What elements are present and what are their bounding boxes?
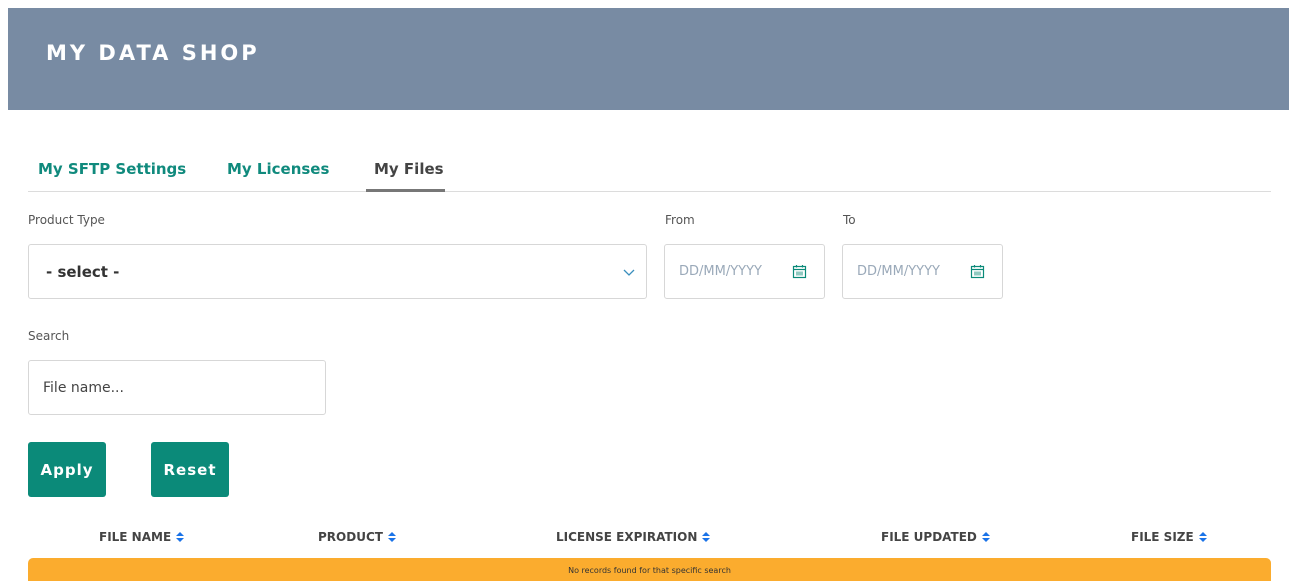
column-header-label: FILE SIZE	[1131, 530, 1194, 544]
product-type-label: Product Type	[28, 213, 105, 227]
active-tab-indicator	[366, 189, 445, 192]
product-type-value: - select -	[46, 263, 120, 281]
from-date-placeholder: DD/MM/YYYY	[679, 264, 762, 279]
column-header-label: LICENSE EXPIRATION	[556, 530, 698, 544]
sort-icon	[702, 532, 711, 542]
column-header-label: PRODUCT	[318, 530, 383, 544]
reset-button[interactable]: Reset	[151, 442, 229, 497]
app-title: MY DATA SHOP	[46, 41, 260, 65]
product-type-select[interactable]: - select -	[28, 244, 647, 299]
empty-results-message: No records found for that specific searc…	[568, 566, 731, 575]
search-input[interactable]: File name...	[28, 360, 326, 415]
from-label: From	[665, 213, 695, 227]
sort-icon	[176, 532, 185, 542]
tab-licenses[interactable]: My Licenses	[227, 160, 329, 178]
apply-button[interactable]: Apply	[28, 442, 106, 497]
empty-results-banner: No records found for that specific searc…	[28, 558, 1271, 581]
tab-sftp-settings[interactable]: My SFTP Settings	[38, 160, 186, 178]
sort-icon	[387, 532, 396, 542]
from-date-input[interactable]: DD/MM/YYYY	[664, 244, 825, 299]
column-header-file-size[interactable]: FILE SIZE	[1131, 530, 1207, 544]
chevron-down-icon	[623, 269, 635, 276]
column-header-label: FILE UPDATED	[881, 530, 977, 544]
to-label: To	[843, 213, 856, 227]
column-header-label: FILE NAME	[99, 530, 172, 544]
tab-bar: My SFTP Settings My Licenses My Files	[28, 150, 1271, 192]
to-date-placeholder: DD/MM/YYYY	[857, 264, 940, 279]
calendar-icon[interactable]	[970, 264, 985, 279]
tab-files[interactable]: My Files	[374, 160, 444, 178]
search-label: Search	[28, 329, 70, 343]
sort-icon	[981, 532, 990, 542]
app-header: MY DATA SHOP	[8, 8, 1289, 110]
to-date-input[interactable]: DD/MM/YYYY	[842, 244, 1003, 299]
column-header-file-name[interactable]: FILE NAME	[99, 530, 185, 544]
calendar-icon[interactable]	[792, 264, 807, 279]
column-header-license-expiration[interactable]: LICENSE EXPIRATION	[556, 530, 711, 544]
column-header-file-updated[interactable]: FILE UPDATED	[881, 530, 990, 544]
sort-icon	[1198, 532, 1207, 542]
search-placeholder: File name...	[43, 380, 124, 396]
column-header-product[interactable]: PRODUCT	[318, 530, 396, 544]
